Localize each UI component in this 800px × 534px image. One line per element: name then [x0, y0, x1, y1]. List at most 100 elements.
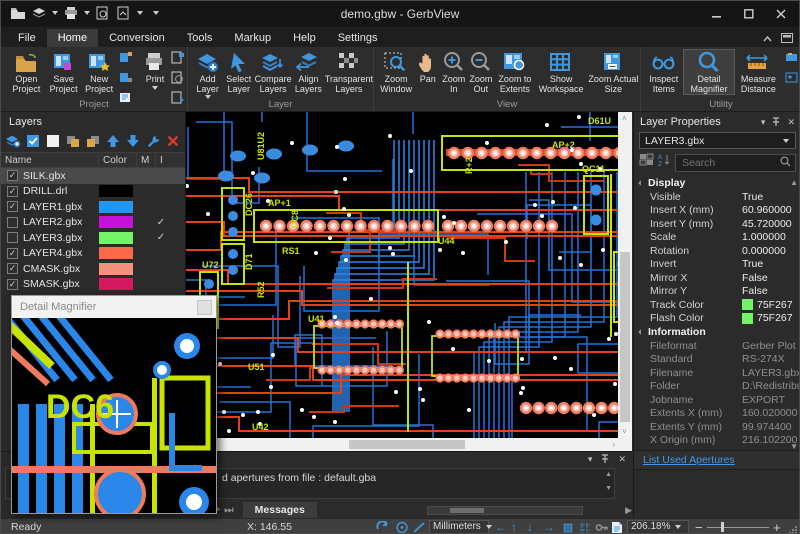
zoom-slider-plus[interactable]: + — [773, 519, 781, 534]
pan-down-icon[interactable]: ↓ — [527, 519, 533, 534]
tab-help[interactable]: Help — [282, 29, 327, 47]
collapse-ribbon-icon[interactable] — [762, 30, 773, 48]
scroll-down-arrow[interactable]: ˅ — [622, 425, 627, 438]
list-used-apertures-link[interactable]: List Used Apertures — [643, 454, 735, 466]
transparent-layers-button[interactable]: Transparent Layers — [325, 50, 373, 94]
canvas-horizontal-scrollbar[interactable]: › — [186, 438, 618, 451]
close-panel-icon[interactable]: ✕ — [787, 117, 795, 128]
messages-h-scrollbar[interactable] — [427, 506, 583, 515]
property-row[interactable]: Scale1.000000 — [634, 231, 800, 245]
layer-color-swatch[interactable] — [99, 247, 133, 259]
layer-color-swatch[interactable] — [99, 201, 133, 213]
layer-visibility-checkbox[interactable]: ✓ — [7, 279, 18, 290]
tab-home[interactable]: Home — [47, 29, 98, 47]
add-layer-button[interactable]: Add Layer — [192, 50, 223, 99]
layer-color-swatch[interactable] — [99, 185, 133, 197]
horizontal-scroll-thumb[interactable] — [349, 440, 465, 449]
tab-tools[interactable]: Tools — [176, 29, 224, 47]
show-workspace-button[interactable]: Show Workspace — [535, 50, 586, 94]
layer-row[interactable]: ✓CMASK.gbx — [1, 261, 185, 277]
pan-right-icon[interactable]: → — [543, 519, 555, 534]
detail-magnifier-button[interactable]: Detail Magnifier — [684, 50, 733, 94]
zoom-to-extents-button[interactable]: Zoom to Extents — [494, 50, 535, 94]
canvas-vertical-scrollbar[interactable]: ˄ ˅ — [618, 112, 632, 438]
column-m[interactable]: M — [137, 153, 156, 167]
messages-close-icon[interactable]: ✕ — [618, 454, 626, 465]
layer-visibility-checkbox[interactable]: ✓ — [7, 248, 18, 259]
report-doc-icon[interactable] — [611, 521, 623, 534]
tab-markup[interactable]: Markup — [223, 29, 282, 47]
highlight-key-icon[interactable] — [595, 521, 609, 534]
tab-settings[interactable]: Settings — [327, 29, 389, 47]
sort-alpha-icon[interactable]: AZ — [658, 153, 671, 172]
layer-color-swatch[interactable] — [99, 216, 133, 228]
hide-all-layers-icon[interactable] — [45, 132, 62, 149]
property-row[interactable]: InvertTrue — [634, 258, 800, 272]
categorize-icon[interactable] — [639, 153, 654, 172]
tab-file[interactable]: File — [7, 29, 47, 47]
print-button[interactable]: Print — [141, 50, 169, 90]
log-scroll-down-icon[interactable]: ▼ — [605, 485, 612, 492]
pan-button[interactable]: Pan — [415, 50, 440, 85]
draw-line-icon[interactable] — [412, 521, 426, 534]
layer-row[interactable]: ✓SMASK.gbx — [1, 277, 185, 293]
property-row[interactable]: JobnameEXPORT — [634, 393, 800, 407]
add-layer-icon[interactable] — [5, 132, 22, 149]
units-dropdown[interactable]: Millimeters — [429, 520, 489, 534]
property-row[interactable]: FileformatGerber Plot — [634, 339, 800, 353]
zoom-slider-thumb[interactable] — [721, 522, 724, 532]
layer-row[interactable]: ✓LAYER1.gbx — [1, 199, 185, 215]
layer-visibility-checkbox[interactable]: ✓ — [7, 170, 18, 181]
detail-magnifier-window[interactable]: Detail Magnifier DC6 — [11, 295, 217, 514]
open-file-icon[interactable] — [9, 4, 27, 22]
column-color[interactable]: Color — [99, 153, 137, 167]
property-row[interactable]: Rotation0.000000 — [634, 244, 800, 258]
layer-visibility-checkbox[interactable]: ✓ — [7, 201, 18, 212]
property-row[interactable]: StandardRS-274X — [634, 353, 800, 367]
messages-scroll-right-icon[interactable]: ▶ — [625, 505, 632, 516]
delete-layer-icon[interactable] — [164, 132, 181, 149]
layer-row[interactable]: ✓LAYER4.gbx — [1, 246, 185, 262]
column-i[interactable]: I — [156, 153, 172, 167]
property-row[interactable]: FolderD:\Redistribut... — [634, 380, 800, 394]
pan-up-icon[interactable]: ↑ — [511, 519, 517, 534]
layer-selector-dropdown[interactable]: LAYER3.gbx — [639, 132, 796, 149]
new-project-button[interactable]: New Project — [81, 50, 117, 94]
snapshot-icon[interactable] — [785, 51, 799, 69]
scroll-up-arrow[interactable]: ˄ — [622, 112, 627, 125]
search-box[interactable] — [675, 154, 796, 172]
save-project-button[interactable]: Save Project — [46, 50, 82, 94]
zoom-in-button[interactable]: Zoom In — [440, 50, 467, 94]
layer-row[interactable]: ✓SILK.gbx — [1, 168, 185, 184]
property-row[interactable]: Track Color75F267 — [634, 298, 800, 312]
messages-tab[interactable]: Messages — [243, 502, 317, 518]
messages-menu-caret-icon[interactable]: ▾ — [588, 454, 593, 465]
layer-row[interactable]: LAYER2.gbx✓ — [1, 215, 185, 231]
search-input[interactable] — [680, 156, 780, 170]
layer-visibility-checkbox[interactable]: ✓ — [7, 186, 18, 197]
zoom-out-button[interactable]: Zoom Out — [467, 50, 494, 94]
print-preview-small-icon[interactable] — [171, 71, 185, 89]
property-category[interactable]: Information — [634, 325, 800, 339]
pcb-canvas[interactable]: U81U2AP+1AP+2R+2QC11DC8DC26D71U72R52RS1U… — [186, 112, 632, 451]
messages-scroll-thumb[interactable] — [450, 508, 484, 513]
layer-color-swatch[interactable] — [99, 278, 133, 290]
property-row[interactable]: X Origin (mm)216.102200 — [634, 434, 800, 448]
align-layers-button[interactable]: Align Layers — [292, 50, 325, 94]
log-scroll-up-icon[interactable]: ▲ — [605, 471, 612, 478]
resize-grip[interactable] — [789, 523, 798, 534]
property-row[interactable]: Insert Y (mm)45.720000 — [634, 217, 800, 231]
zoom-slider-track[interactable] — [707, 527, 769, 528]
grid-toggle-icon[interactable] — [561, 521, 575, 534]
zoom-window-button[interactable]: Zoom Window — [377, 50, 415, 94]
pin-icon[interactable] — [772, 117, 780, 128]
tab-conversion[interactable]: Conversion — [98, 29, 176, 47]
ribbon-options-icon[interactable] — [781, 30, 793, 48]
layer-color-swatch[interactable] — [99, 263, 133, 275]
property-row[interactable]: Mirror XFalse — [634, 271, 800, 285]
import-icon[interactable] — [119, 51, 133, 69]
property-category[interactable]: Display — [634, 176, 800, 190]
layer-visibility-checkbox[interactable]: ✓ — [7, 263, 18, 274]
compare-layers-button[interactable]: Compare Layers — [254, 50, 292, 94]
scroll-right-arrow[interactable]: › — [612, 438, 615, 451]
